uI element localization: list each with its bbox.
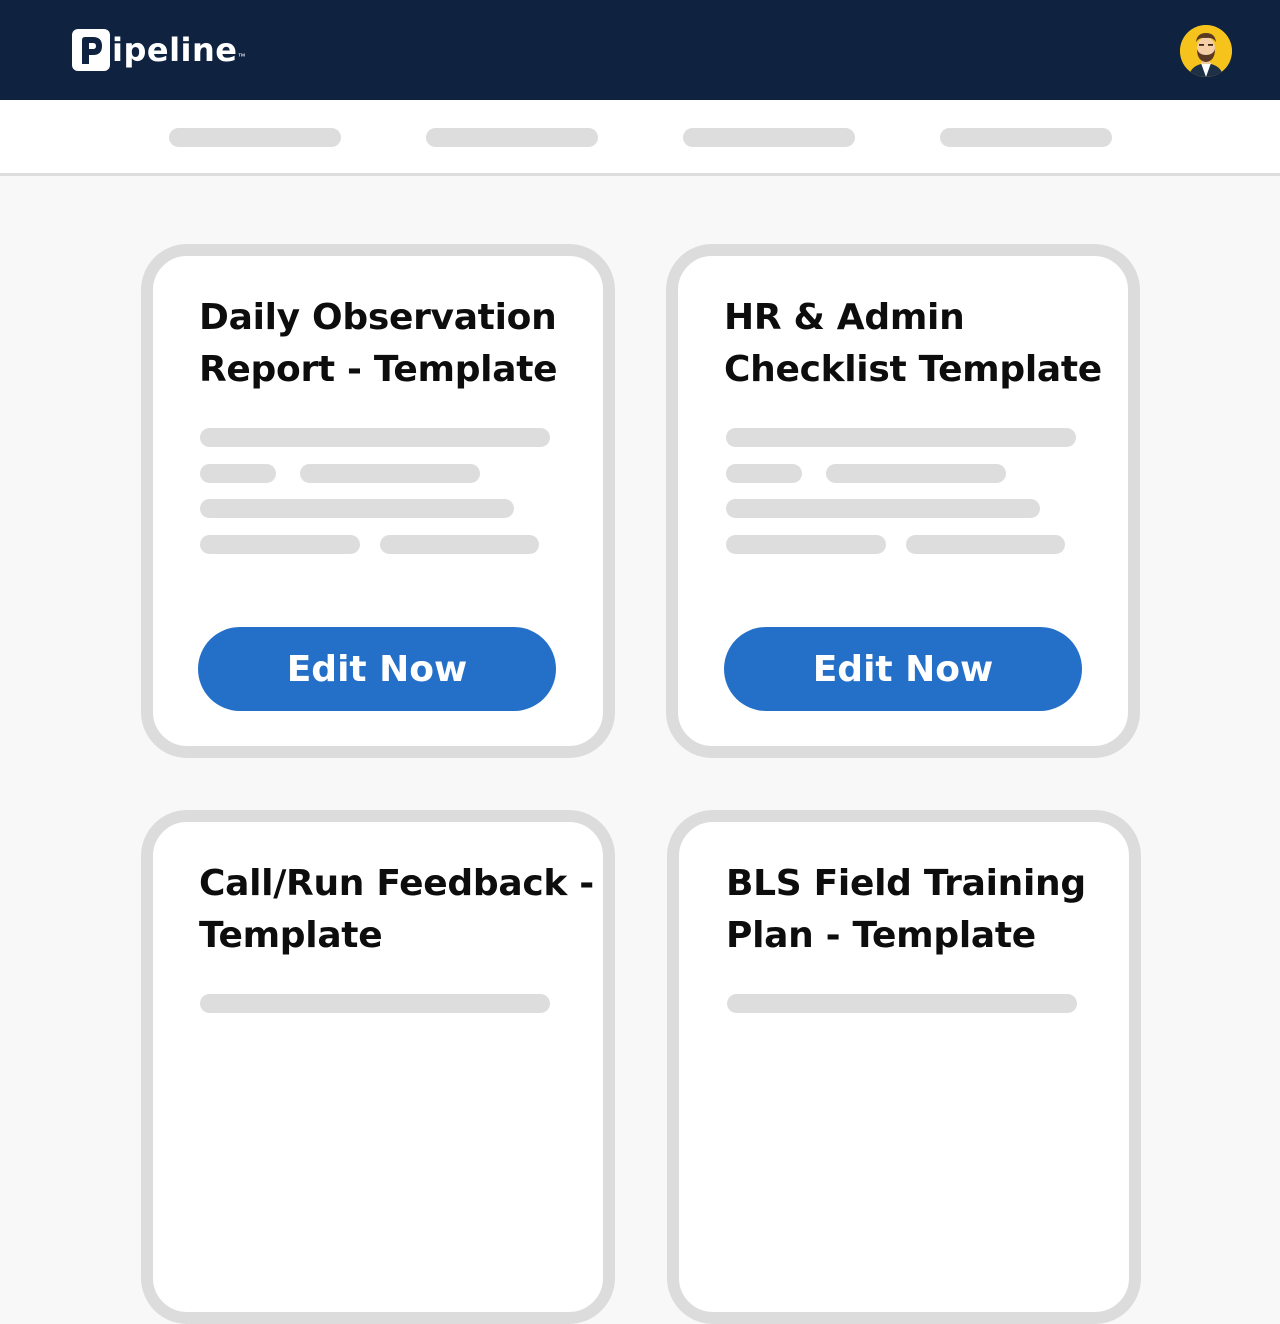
card-title-line: Daily Observation <box>199 297 557 338</box>
pipeline-logo[interactable]: ipeline ™ <box>72 29 246 71</box>
text-placeholder-line <box>906 535 1065 554</box>
logo-trademark: ™ <box>237 52 246 61</box>
text-placeholder-line <box>300 464 480 483</box>
text-placeholder-line <box>726 428 1076 447</box>
nav-item-placeholder[interactable] <box>426 128 598 147</box>
edit-now-button[interactable]: Edit Now <box>198 627 556 711</box>
text-placeholder-line <box>200 428 550 447</box>
pipeline-p-logo-icon <box>72 29 110 71</box>
template-card: Call/Run Feedback - Template <box>141 810 615 1324</box>
text-placeholder-line <box>726 535 886 554</box>
text-placeholder-line <box>200 994 550 1013</box>
text-placeholder-line <box>200 464 276 483</box>
template-card: Daily Observation Report - Template Edit… <box>141 244 615 758</box>
text-placeholder-line <box>200 499 514 518</box>
text-placeholder-line <box>380 535 539 554</box>
text-placeholder-line <box>727 994 1077 1013</box>
nav-bar <box>0 100 1280 176</box>
edit-now-button[interactable]: Edit Now <box>724 627 1082 711</box>
card-title-line: Report - Template <box>199 349 558 390</box>
top-bar: ipeline ™ <box>0 0 1280 100</box>
template-card: HR & Admin Checklist Template Edit Now <box>666 244 1140 758</box>
nav-item-placeholder[interactable] <box>683 128 855 147</box>
card-title-line: BLS Field Training <box>726 863 1086 904</box>
nav-item-placeholder[interactable] <box>940 128 1112 147</box>
text-placeholder-line <box>726 464 802 483</box>
card-title-line: Checklist Template <box>724 349 1102 390</box>
logo-text: ipeline <box>112 31 238 69</box>
card-title-line: Plan - Template <box>726 915 1036 956</box>
nav-item-placeholder[interactable] <box>169 128 341 147</box>
card-title: HR & Admin Checklist Template <box>724 292 1104 396</box>
user-avatar-icon[interactable] <box>1180 25 1232 77</box>
card-title: Call/Run Feedback - Template <box>199 858 599 962</box>
card-title-line: Template <box>199 915 383 956</box>
card-title: Daily Observation Report - Template <box>199 292 579 396</box>
card-title-line: HR & Admin <box>724 297 965 338</box>
template-card: BLS Field Training Plan - Template <box>667 810 1141 1324</box>
text-placeholder-line <box>200 535 360 554</box>
card-title-line: Call/Run Feedback - <box>199 863 594 904</box>
card-title: BLS Field Training Plan - Template <box>726 858 1106 962</box>
text-placeholder-line <box>826 464 1006 483</box>
text-placeholder-line <box>726 499 1040 518</box>
